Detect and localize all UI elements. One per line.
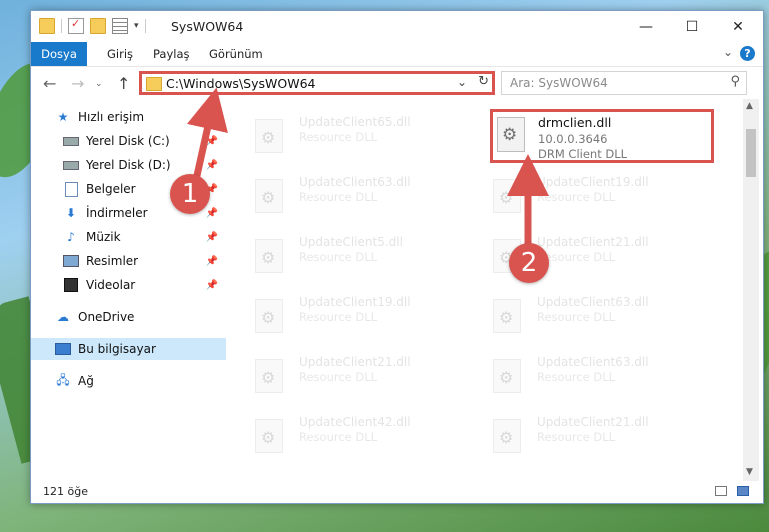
step-badge-2: 2 (509, 243, 549, 283)
step-badge-1: 1 (170, 174, 210, 214)
annotation-arrows (186, 87, 549, 245)
arrow-1 (186, 87, 228, 181)
